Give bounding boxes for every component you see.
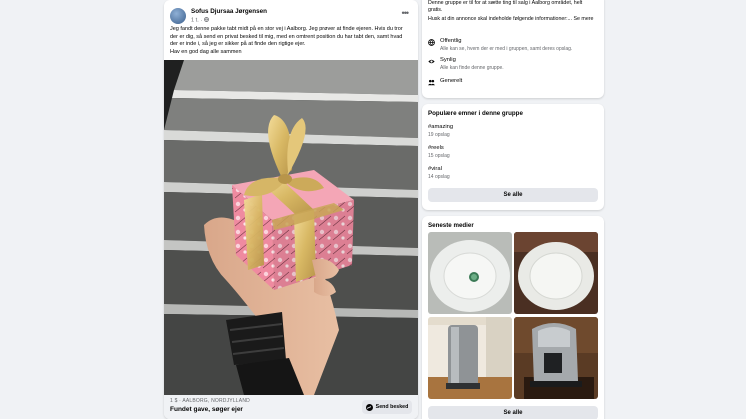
group-note[interactable]: Husk at din annonce skal indeholde følge… — [428, 16, 598, 23]
popular-topics-card: Populære emner i denne gruppe #amazing 1… — [422, 104, 604, 210]
media-thumbnail[interactable] — [428, 317, 512, 399]
group-about-card: Denne gruppe er til for at sætte ting ti… — [422, 0, 604, 98]
media-see-all-button[interactable]: Se alle — [428, 406, 598, 419]
about-item-title: Synlig — [440, 57, 456, 63]
listing-footer: 1 $ · AALBORG, NORDJYLLAND Fundet gave, … — [164, 395, 418, 419]
about-item-title: Offentlig — [440, 38, 462, 44]
plate-front-photo — [514, 232, 598, 314]
recent-media-title: Seneste medier — [428, 222, 474, 229]
eye-icon — [428, 59, 435, 64]
coffee-machine-side-photo — [514, 317, 598, 399]
post-time[interactable]: 1 t. — [191, 18, 199, 24]
popular-topics-title: Populære emner i denne gruppe — [428, 110, 523, 117]
topics-see-all-button[interactable]: Se alle — [428, 188, 598, 202]
marketplace-post: Sofus Djursaa Jørgensen 1 t. · ••• Jeg f… — [164, 0, 418, 419]
post-text-line: Hav en god dag alle sammen — [170, 49, 242, 56]
globe-icon — [428, 39, 435, 46]
post-author[interactable]: Sofus Djursaa Jørgensen — [191, 8, 267, 15]
post-text-line: der er inde i, så jeg er sikker på at fi… — [170, 41, 306, 48]
group-people-icon — [428, 79, 435, 86]
avatar[interactable] — [170, 8, 186, 24]
topic-tag: #amazing — [428, 124, 454, 130]
coffee-machine-photo — [428, 317, 512, 399]
send-message-button[interactable]: Send besked — [362, 400, 412, 414]
more-options-icon[interactable]: ••• — [402, 9, 410, 18]
post-meta: 1 t. · — [191, 17, 209, 24]
about-item-subtitle: Alle kan se, hvem der er med i gruppen, … — [440, 46, 573, 52]
plate-back-photo — [428, 232, 512, 314]
listing-location: 1 $ · AALBORG, NORDJYLLAND — [170, 398, 250, 404]
topic-tag: #viral — [428, 166, 442, 172]
topic-count: 15 opslag — [428, 153, 450, 159]
media-thumbnail[interactable] — [514, 232, 598, 314]
media-thumbnail[interactable] — [514, 317, 598, 399]
globe-icon: · — [200, 17, 209, 24]
send-message-label: Send besked — [375, 404, 409, 410]
topic-item[interactable]: #reels 15 opslag — [428, 145, 598, 159]
media-thumbnail[interactable] — [428, 232, 512, 314]
post-header: Sofus Djursaa Jørgensen 1 t. · ••• — [170, 6, 412, 28]
topic-count: 14 opslag — [428, 174, 450, 180]
about-item-title: Generelt — [440, 78, 463, 84]
messenger-icon — [365, 403, 373, 411]
recent-media-card: Seneste medier Se alle — [422, 216, 604, 419]
listing-title[interactable]: Fundet gave, søger ejer — [170, 406, 243, 413]
topic-count: 19 opslag — [428, 132, 450, 138]
group-description: Denne gruppe er til for at sætte ting ti… — [428, 0, 583, 14]
post-text: Jeg fandt denne pakke tabt midt på en st… — [170, 26, 412, 57]
gift-photo-illustration — [164, 60, 418, 395]
post-photo[interactable] — [164, 60, 418, 395]
post-text-line: Jeg fandt denne pakke tabt midt på en st… — [170, 26, 403, 32]
topic-item[interactable]: #viral 14 opslag — [428, 166, 598, 180]
topic-item[interactable]: #amazing 19 opslag — [428, 124, 598, 138]
topic-tag: #reels — [428, 145, 444, 151]
about-item-subtitle: Alle kan finde denne gruppe. — [440, 65, 504, 71]
